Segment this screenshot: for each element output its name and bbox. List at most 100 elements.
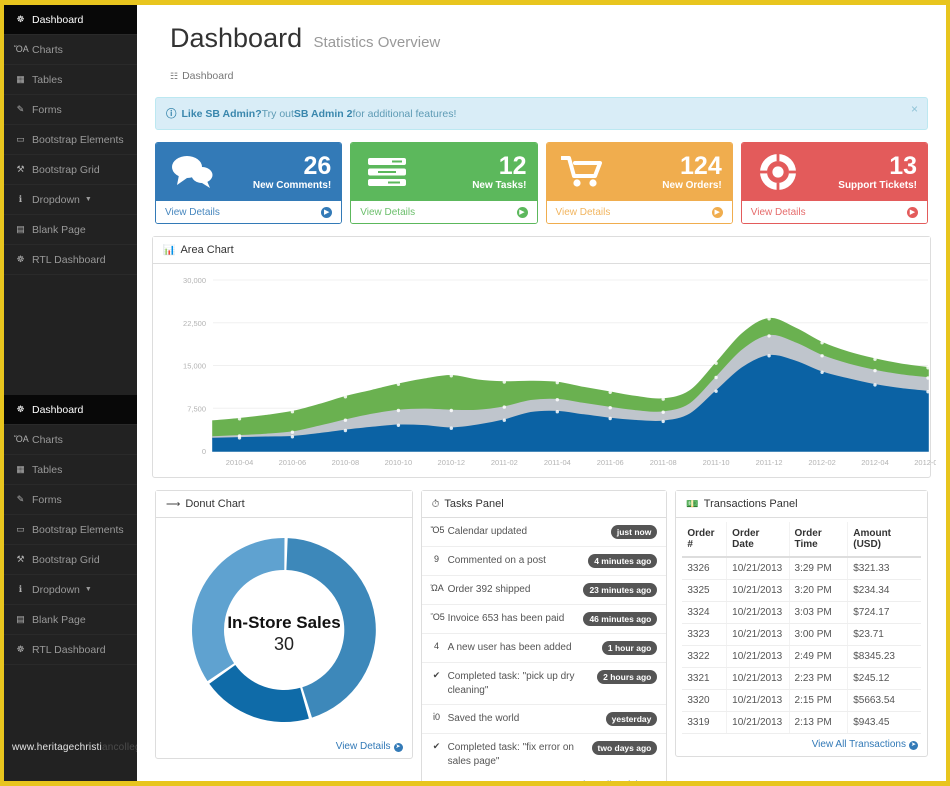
tasks-list: Ὄ5 Calendar updated just now ὞9 Commented on… (422, 518, 667, 775)
list-item[interactable]: ✔ Completed task: "pick up dry cleaning" 2… (422, 663, 667, 705)
sidebar-item-dashboard[interactable]: ☸ Dashboard (4, 5, 137, 35)
stat-card-tasks[interactable]: 12 New Tasks! View Details ▶ (350, 142, 537, 224)
tasks-panel-title: Tasks Panel (444, 498, 503, 510)
sidebar-item-bootstrap-grid[interactable]: ⚒ Bootstrap Grid (4, 545, 137, 575)
area-chart-canvas[interactable]: 0 7,500 15,000 22,500 30,000 2010-04 2010-06 20… (161, 270, 922, 475)
table-row[interactable]: 3319 10/21/2013 2:13 PM $943.45 (682, 712, 921, 734)
list-item-text: Order 392 shipped (448, 583, 579, 597)
stat-card-label: New Tasks! (413, 181, 526, 192)
table-row[interactable]: 3322 10/21/2013 2:49 PM $8345.23 (682, 646, 921, 668)
svg-text:30,000: 30,000 (183, 276, 206, 285)
table-cell: $321.33 (848, 557, 921, 580)
alert-strong-2[interactable]: SB Admin 2 (294, 108, 353, 120)
sidebar-item-forms[interactable]: ✎ Forms (4, 95, 137, 125)
sidebar-item-rtl-dashboard[interactable]: ☸ RTL Dashboard (4, 635, 137, 665)
table-row[interactable]: 3325 10/21/2013 3:20 PM $234.34 (682, 580, 921, 602)
area-chart-header: 📊 Area Chart (153, 237, 930, 264)
svg-text:2011-02: 2011-02 (491, 458, 518, 467)
donut-chart-canvas[interactable]: In-Store Sales 30 (162, 530, 406, 730)
table-row[interactable]: 3321 10/21/2013 2:23 PM $245.12 (682, 668, 921, 690)
sidebar-item-dashboard[interactable]: ☸ Dashboard (4, 395, 137, 425)
transactions-table: Order # Order Date Order Time Amount (USD) … (682, 522, 921, 734)
table-cell: 3320 (682, 690, 726, 712)
sidebar-item-label: Blank Page (32, 614, 86, 626)
table-cell: 10/21/2013 (727, 668, 789, 690)
alert-mid: Try out (262, 108, 294, 120)
list-item[interactable]: Ὃ5 Invoice 653 has been paid 46 minutes ag… (422, 605, 667, 634)
stat-card-shopping-cart[interactable]: 124 New Orders! View Details ▶ (546, 142, 733, 224)
sidebar-item-bootstrap-grid[interactable]: ⚒ Bootstrap Grid (4, 155, 137, 185)
stat-card-view-details-label: View Details (165, 207, 220, 218)
list-item[interactable]: ἱ0 Saved the world yesterday (422, 705, 667, 734)
money-icon: Ὃ5 (431, 612, 443, 624)
sidebar-item-label: Charts (32, 434, 63, 446)
edit-icon: ✎ (14, 105, 27, 114)
svg-text:0: 0 (202, 447, 206, 456)
list-item[interactable]: ὞9 Commented on a post 4 minutes ago (422, 547, 667, 576)
sidebar-item-label: Bootstrap Grid (32, 164, 100, 176)
stat-card-numbers: 13 Support Tickets! (804, 153, 917, 192)
svg-text:2011-04: 2011-04 (544, 458, 571, 467)
breadcrumb[interactable]: ☷ Dashboard (170, 70, 931, 82)
sidebar-item-label: Bootstrap Elements (32, 524, 124, 536)
donut-view-details-link[interactable]: View Details ➤ (156, 736, 412, 758)
sidebar-item-dropdown[interactable]: ℹ Dropdown ▼ (4, 575, 137, 605)
list-item[interactable]: ✔ Completed task: "fix error on sales pag… (422, 734, 667, 775)
table-cell: 10/21/2013 (727, 580, 789, 602)
stat-card-numbers: 26 New Comments! (218, 153, 331, 192)
stat-card-life-ring[interactable]: 13 Support Tickets! View Details ▶ (741, 142, 928, 224)
tasks-view-all-link[interactable]: View All Activity➤ (422, 775, 667, 781)
table-cell: 10/21/2013 (727, 624, 789, 646)
stat-card-footer[interactable]: View Details ▶ (156, 201, 341, 223)
page-header: Dashboard Statistics Overview (152, 5, 931, 54)
breadcrumb-label: Dashboard (182, 70, 233, 82)
table-row[interactable]: 3320 10/21/2013 2:15 PM $5663.54 (682, 690, 921, 712)
table-cell: 10/21/2013 (727, 646, 789, 668)
transactions-table-body: Order # Order Date Order Time Amount (USD) … (676, 518, 927, 734)
sidebar-item-forms[interactable]: ✎ Forms (4, 485, 137, 515)
sidebar-item-dropdown[interactable]: ℹ Dropdown ▼ (4, 185, 137, 215)
sidebar-item-rtl-dashboard[interactable]: ☸ RTL Dashboard (4, 245, 137, 275)
table-row[interactable]: 3326 10/21/2013 3:29 PM $321.33 (682, 557, 921, 580)
sidebar-item-tables[interactable]: ▦ Tables (4, 65, 137, 95)
table-row[interactable]: 3324 10/21/2013 3:03 PM $724.17 (682, 602, 921, 624)
sidebar-item-blank-page[interactable]: ▤ Blank Page (4, 215, 137, 245)
desktop-icon: ▭ (14, 525, 27, 534)
sidebar-item-bootstrap-elements[interactable]: ▭ Bootstrap Elements (4, 515, 137, 545)
table-icon: ▦ (14, 75, 27, 84)
user-icon: ὆4 (431, 641, 443, 653)
list-icon: ℹ (14, 195, 27, 204)
area-chart-title: Area Chart (180, 244, 233, 256)
close-icon[interactable]: × (911, 103, 918, 115)
stat-card-footer[interactable]: View Details ▶ (547, 201, 732, 223)
check-icon: ✔ (431, 741, 443, 753)
sidebar-spacer (4, 275, 137, 395)
table-cell: 2:49 PM (789, 646, 848, 668)
stat-card-footer[interactable]: View Details ▶ (742, 201, 927, 223)
sidebar-item-charts[interactable]: ὌA Charts (4, 425, 137, 455)
stat-card-comments[interactable]: 26 New Comments! View Details ▶ (155, 142, 342, 224)
stat-card-footer[interactable]: View Details ▶ (351, 201, 536, 223)
sidebar-item-label: Dashboard (32, 14, 83, 26)
area-chart-body: 0 7,500 15,000 22,500 30,000 2010-04 2010-06 20… (153, 264, 930, 477)
comments-icon (166, 155, 218, 189)
table-cell: 3319 (682, 712, 726, 734)
table-row[interactable]: 3323 10/21/2013 3:00 PM $23.71 (682, 624, 921, 646)
sidebar-item-label: Forms (32, 104, 62, 116)
transactions-view-all-link[interactable]: View All Transactions ➤ (676, 734, 927, 756)
sidebar-item-charts[interactable]: ὌA Charts (4, 35, 137, 65)
watermark: www.heritagechristiancollege.com (12, 742, 137, 753)
transactions-view-all-label: View All Transactions (812, 739, 906, 750)
sidebar-item-bootstrap-elements[interactable]: ▭ Bootstrap Elements (4, 125, 137, 155)
svg-text:2012-04: 2012-04 (861, 458, 889, 467)
life-ring-icon (752, 152, 804, 192)
sidebar: ☸ Dashboard ὌA Charts ▦ Tables ✎ Forms ▭ Bootstra… (4, 5, 137, 781)
list-item[interactable]: ὆4 A new user has been added 1 hour ago (422, 634, 667, 663)
list-item[interactable]: Ὄ5 Calendar updated just now (422, 518, 667, 547)
svg-text:2012-06: 2012-06 (914, 458, 936, 467)
arrow-circle-right-icon: ▶ (321, 207, 332, 218)
sidebar-item-tables[interactable]: ▦ Tables (4, 455, 137, 485)
sidebar-item-blank-page[interactable]: ▤ Blank Page (4, 605, 137, 635)
list-item[interactable]: ὩA Order 392 shipped 23 minutes ago (422, 576, 667, 605)
main-content: Dashboard Statistics Overview ☷ Dashboar… (137, 5, 946, 781)
